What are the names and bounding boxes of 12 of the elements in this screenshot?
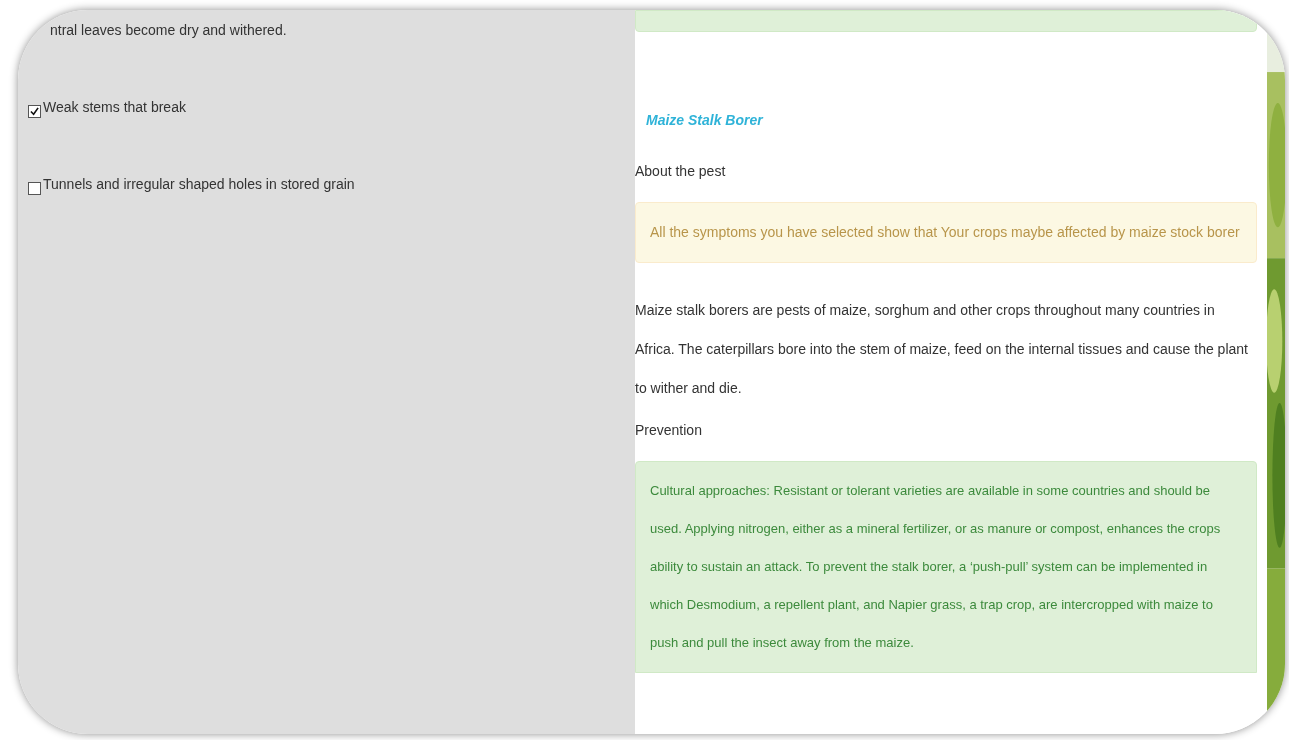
checkbox-label: Weak stems that break bbox=[43, 98, 186, 117]
symptom-text: ntral leaves become dry and withered. bbox=[49, 21, 288, 40]
checkbox[interactable] bbox=[28, 105, 41, 118]
checkbox-label: Tunnels and irregular shaped holes in stored grain bbox=[43, 175, 355, 194]
check-icon bbox=[30, 107, 39, 116]
section-heading: Prevention bbox=[635, 421, 703, 440]
checkbox[interactable] bbox=[28, 182, 41, 195]
warning-alert: All the symptoms you have selected show that Your crops maybe affected by maize stock borer bbox=[635, 202, 1257, 263]
section-heading: About the pest bbox=[635, 162, 727, 181]
pest-description: Maize stalk borers are pests of maize, sorghum and other crops throughout many countries in Africa. The caterpillars bore into the stem of maize, feed on the internal tissues and cause the plant to wither and die. bbox=[635, 301, 1249, 398]
success-alert: Cultural approaches: Resistant or tolerant varieties are available in some countries and should be used. Applying nitrogen, either as a mineral fertilizer, or as manure or compost, enhances the crops ability to sustain an attack. To prevent the stalk borer, a ‘push-pull’ system can be implemented in which Desmodium, a repellent plant, and Napier grass, a trap crop, are intercropped with maize to push and pull the insect away from the maize. bbox=[635, 461, 1257, 673]
pest-title: Maize Stalk Borer bbox=[646, 111, 765, 130]
